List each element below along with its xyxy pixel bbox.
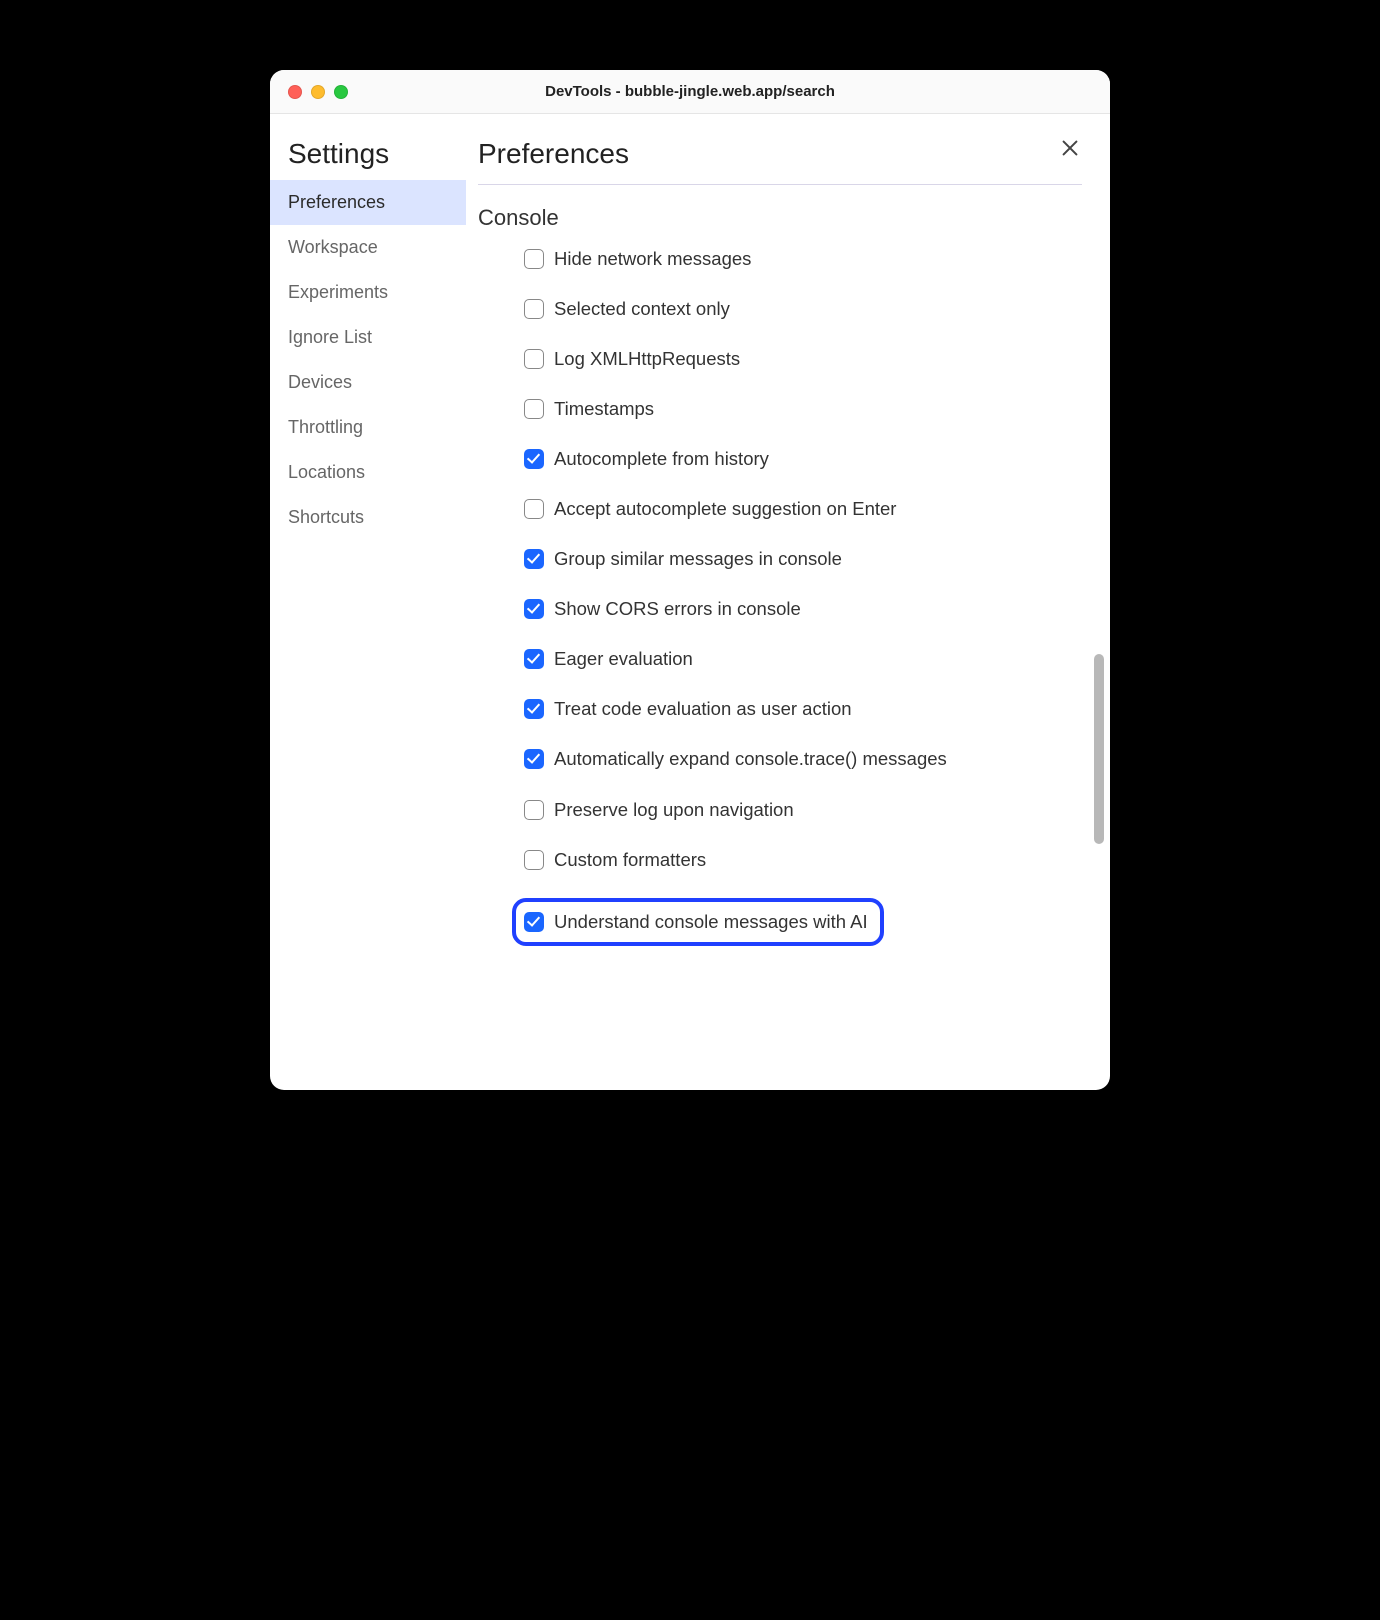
- checkbox[interactable]: [524, 699, 544, 719]
- scrollbar-thumb[interactable]: [1094, 654, 1104, 844]
- preference-option: Custom formatters: [524, 848, 1082, 872]
- checkbox[interactable]: [524, 249, 544, 269]
- preference-option: Accept autocomplete suggestion on Enter: [524, 497, 1082, 521]
- close-window-button[interactable]: [288, 85, 302, 99]
- scrollbar-track[interactable]: [1094, 314, 1104, 1070]
- sidebar-item-preferences[interactable]: Preferences: [270, 180, 466, 225]
- checkbox[interactable]: [524, 399, 544, 419]
- page-title: Preferences: [466, 138, 1110, 184]
- preference-option: Hide network messages: [524, 247, 1082, 271]
- content: Settings PreferencesWorkspaceExperiments…: [270, 114, 1110, 1090]
- main-panel: Preferences Console Hide network message…: [466, 114, 1110, 1090]
- option-label[interactable]: Show CORS errors in console: [554, 597, 1082, 621]
- checkbox[interactable]: [524, 749, 544, 769]
- option-label[interactable]: Group similar messages in console: [554, 547, 1082, 571]
- sidebar: Settings PreferencesWorkspaceExperiments…: [270, 114, 466, 1090]
- preference-option: Eager evaluation: [524, 647, 1082, 671]
- checkbox[interactable]: [524, 649, 544, 669]
- preference-option: Automatically expand console.trace() mes…: [524, 747, 1082, 771]
- sidebar-item-shortcuts[interactable]: Shortcuts: [270, 495, 466, 540]
- sidebar-item-ignore-list[interactable]: Ignore List: [270, 315, 466, 360]
- sidebar-item-devices[interactable]: Devices: [270, 360, 466, 405]
- preference-option: Log XMLHttpRequests: [524, 347, 1082, 371]
- checkbox[interactable]: [524, 850, 544, 870]
- sidebar-title: Settings: [270, 138, 466, 180]
- option-label[interactable]: Preserve log upon navigation: [554, 798, 1082, 822]
- devtools-window: DevTools - bubble-jingle.web.app/search …: [270, 70, 1110, 1090]
- preference-option: Show CORS errors in console: [524, 597, 1082, 621]
- window-title: DevTools - bubble-jingle.web.app/search: [270, 83, 1110, 100]
- option-label[interactable]: Eager evaluation: [554, 647, 1082, 671]
- preference-option: Understand console messages with AI: [512, 898, 884, 946]
- option-label[interactable]: Understand console messages with AI: [554, 910, 868, 934]
- sidebar-item-workspace[interactable]: Workspace: [270, 225, 466, 270]
- preference-option: Treat code evaluation as user action: [524, 697, 1082, 721]
- checkbox[interactable]: [524, 912, 544, 932]
- preferences-scroll[interactable]: Console Hide network messages Selected co…: [466, 199, 1110, 1090]
- sidebar-item-locations[interactable]: Locations: [270, 450, 466, 495]
- option-label[interactable]: Automatically expand console.trace() mes…: [554, 747, 1082, 771]
- traffic-lights: [270, 85, 348, 99]
- option-label[interactable]: Log XMLHttpRequests: [554, 347, 1082, 371]
- checkbox[interactable]: [524, 800, 544, 820]
- titlebar: DevTools - bubble-jingle.web.app/search: [270, 70, 1110, 114]
- checkbox[interactable]: [524, 599, 544, 619]
- preference-option: Autocomplete from history: [524, 447, 1082, 471]
- divider: [478, 184, 1082, 185]
- sidebar-item-experiments[interactable]: Experiments: [270, 270, 466, 315]
- checkbox[interactable]: [524, 299, 544, 319]
- checkbox[interactable]: [524, 549, 544, 569]
- option-label[interactable]: Selected context only: [554, 297, 1082, 321]
- checkbox[interactable]: [524, 499, 544, 519]
- minimize-window-button[interactable]: [311, 85, 325, 99]
- sidebar-item-throttling[interactable]: Throttling: [270, 405, 466, 450]
- preference-option: Preserve log upon navigation: [524, 798, 1082, 822]
- option-label[interactable]: Accept autocomplete suggestion on Enter: [554, 497, 1082, 521]
- preference-option: Timestamps: [524, 397, 1082, 421]
- maximize-window-button[interactable]: [334, 85, 348, 99]
- preference-option: Group similar messages in console: [524, 547, 1082, 571]
- option-label[interactable]: Hide network messages: [554, 247, 1082, 271]
- section-heading-console: Console: [478, 205, 1082, 231]
- preference-option: Selected context only: [524, 297, 1082, 321]
- option-label[interactable]: Timestamps: [554, 397, 1082, 421]
- checkbox[interactable]: [524, 349, 544, 369]
- option-label[interactable]: Custom formatters: [554, 848, 1082, 872]
- checkbox[interactable]: [524, 449, 544, 469]
- option-label[interactable]: Treat code evaluation as user action: [554, 697, 1082, 721]
- option-label[interactable]: Autocomplete from history: [554, 447, 1082, 471]
